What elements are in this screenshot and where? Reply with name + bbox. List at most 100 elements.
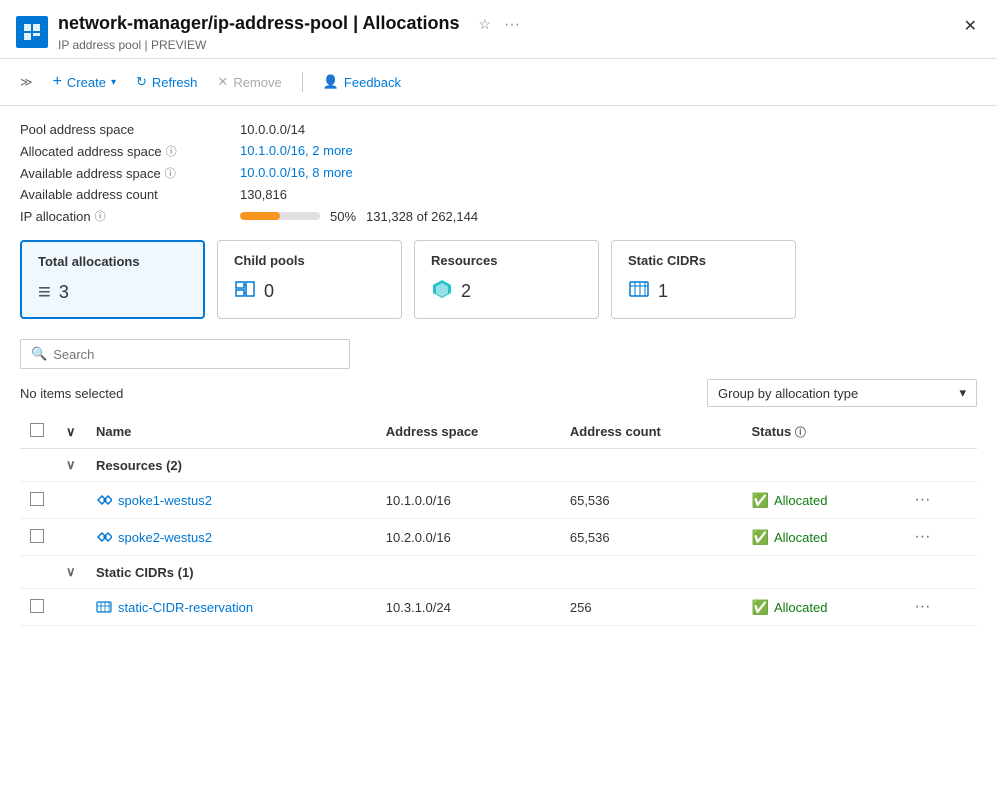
row-checkbox[interactable] — [30, 599, 44, 613]
resource-link-spoke2[interactable]: spoke2-westus2 — [96, 529, 366, 545]
row-more-cell[interactable]: ··· — [898, 519, 977, 556]
stat-card-total-title: Total allocations — [38, 254, 187, 269]
row-indent-cell — [56, 589, 86, 626]
group-by-label: Group by allocation type — [718, 386, 858, 401]
select-all-header[interactable] — [20, 415, 56, 449]
row-status-cell: ✅ Allocated — [742, 589, 899, 626]
stat-card-total-value: ≡ 3 — [38, 279, 187, 305]
group-row-static-cidrs: ∨ Static CIDRs (1) — [20, 556, 977, 589]
status-info-icon[interactable]: ⓘ — [795, 427, 806, 439]
group-chevron-icon: ∨ — [66, 457, 76, 472]
ip-allocation-info-icon[interactable]: ⓘ — [95, 208, 106, 224]
create-icon: + — [53, 73, 62, 91]
table-header-row: ∨ Name Address space Address count Statu… — [20, 415, 977, 449]
status-label: Allocated — [774, 493, 827, 508]
status-check-icon: ✅ — [752, 529, 769, 546]
favorite-button[interactable]: ☆ — [474, 12, 495, 37]
cidr-table-icon — [96, 599, 112, 615]
actions-column-header — [898, 415, 977, 449]
pool-address-space-label: Pool address space — [20, 122, 240, 137]
available-space-value[interactable]: 10.0.0.0/16, 8 more — [240, 165, 977, 181]
list-icon: ≡ — [38, 279, 51, 305]
search-input[interactable] — [53, 347, 339, 362]
row-more-button[interactable]: ··· — [908, 489, 936, 511]
group-chevron-cell[interactable]: ∨ — [56, 449, 86, 482]
feedback-icon: 👤 — [323, 74, 339, 90]
available-count-value: 130,816 — [240, 187, 977, 202]
row-checkbox[interactable] — [30, 529, 44, 543]
allocated-space-info-icon[interactable]: ⓘ — [166, 143, 177, 159]
group-chevron-cell[interactable]: ∨ — [56, 556, 86, 589]
row-check-cell[interactable] — [20, 519, 56, 556]
row-check-cell[interactable] — [20, 482, 56, 519]
search-container[interactable]: 🔍 — [20, 339, 350, 369]
row-status-cell: ✅ Allocated — [742, 519, 899, 556]
stat-card-static-cidrs-title: Static CIDRs — [628, 253, 779, 268]
pool-address-space-value: 10.0.0.0/14 — [240, 122, 977, 137]
toolbar-separator — [302, 72, 303, 92]
main-content: Pool address space 10.0.0.0/14 Allocated… — [0, 106, 997, 642]
page-header: network-manager/ip-address-pool | Alloca… — [0, 0, 997, 59]
row-name-cell: static-CIDR-reservation — [86, 589, 376, 626]
resource-link-static-cidr[interactable]: static-CIDR-reservation — [96, 599, 366, 615]
allocations-table: ∨ Name Address space Address count Statu… — [20, 415, 977, 626]
app-icon — [16, 16, 48, 48]
expand-panel-button[interactable]: ≫ — [16, 71, 37, 93]
available-count-label: Available address count — [20, 187, 240, 202]
stat-card-total[interactable]: Total allocations ≡ 3 — [20, 240, 205, 319]
allocated-space-label: Allocated address space ⓘ — [20, 143, 240, 159]
row-more-cell[interactable]: ··· — [898, 589, 977, 626]
progress-detail: 131,328 of 262,144 — [366, 209, 478, 224]
stat-card-resources[interactable]: Resources 2 — [414, 240, 599, 319]
refresh-button[interactable]: ↻ Refresh — [128, 68, 205, 96]
row-address-count-cell: 65,536 — [560, 482, 742, 519]
stat-card-child-pools-title: Child pools — [234, 253, 385, 268]
create-button[interactable]: + Create ▾ — [45, 67, 124, 97]
row-more-cell[interactable]: ··· — [898, 482, 977, 519]
expand-all-icon: ∨ — [66, 424, 76, 439]
available-space-info-icon[interactable]: ⓘ — [165, 165, 176, 181]
vnet-icon — [96, 492, 112, 508]
group-by-button[interactable]: Group by allocation type ▾ — [707, 379, 977, 407]
info-grid: Pool address space 10.0.0.0/14 Allocated… — [20, 122, 977, 224]
group-row-resources: ∨ Resources (2) — [20, 449, 977, 482]
static-cidr-name: static-CIDR-reservation — [118, 600, 253, 615]
available-space-label: Available address space ⓘ — [20, 165, 240, 181]
group-select-cell — [20, 449, 56, 482]
resource-link-spoke1[interactable]: spoke1-westus2 — [96, 492, 366, 508]
status-label: Allocated — [774, 600, 827, 615]
pool-icon — [234, 278, 256, 305]
remove-button[interactable]: ✕ Remove — [209, 68, 289, 96]
stat-card-child-pools[interactable]: Child pools 0 — [217, 240, 402, 319]
select-all-checkbox[interactable] — [30, 423, 44, 437]
row-more-button[interactable]: ··· — [908, 526, 936, 548]
expand-all-header[interactable]: ∨ — [56, 415, 86, 449]
stat-card-child-pools-count: 0 — [264, 281, 274, 302]
stat-card-resources-value: 2 — [431, 278, 582, 305]
feedback-button[interactable]: 👤 Feedback — [315, 68, 409, 96]
spoke1-name: spoke1-westus2 — [118, 493, 212, 508]
row-name-cell: spoke2-westus2 — [86, 519, 376, 556]
stat-card-static-cidrs-value: 1 — [628, 278, 779, 305]
remove-label: Remove — [233, 75, 281, 90]
cidr-icon — [628, 278, 650, 305]
status-badge: ✅ Allocated — [752, 599, 889, 616]
stat-card-static-cidrs[interactable]: Static CIDRs 1 — [611, 240, 796, 319]
allocated-space-value[interactable]: 10.1.0.0/16, 2 more — [240, 143, 977, 159]
progress-percentage: 50% — [330, 209, 356, 224]
row-check-cell[interactable] — [20, 589, 56, 626]
group-name-static-cidrs: Static CIDRs (1) — [86, 556, 977, 589]
vnet-icon — [96, 529, 112, 545]
address-space-column-header: Address space — [376, 415, 560, 449]
row-address-space-cell: 10.3.1.0/24 — [376, 589, 560, 626]
row-checkbox[interactable] — [30, 492, 44, 506]
row-more-button[interactable]: ··· — [908, 596, 936, 618]
page-title: network-manager/ip-address-pool | Alloca… — [58, 12, 950, 38]
group-name-resources: Resources (2) — [86, 449, 977, 482]
close-button[interactable]: ✕ — [960, 12, 981, 40]
row-address-count-cell: 256 — [560, 589, 742, 626]
stat-card-static-cidrs-count: 1 — [658, 281, 668, 302]
table-row: static-CIDR-reservation 10.3.1.0/24 256 … — [20, 589, 977, 626]
more-options-button[interactable]: ··· — [500, 12, 524, 38]
stat-cards-row: Total allocations ≡ 3 Child pools — [20, 240, 977, 319]
